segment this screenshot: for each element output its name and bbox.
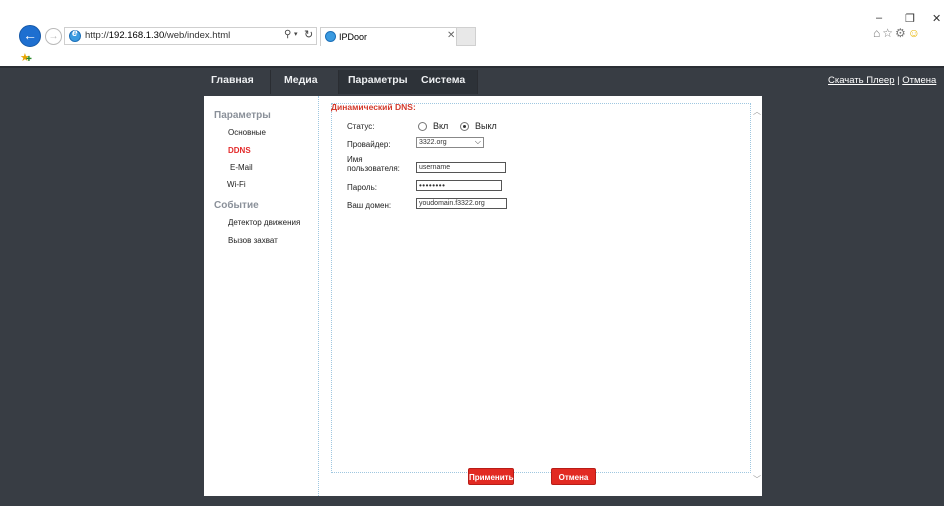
- sidebar-item-call-capture[interactable]: Вызов захват: [228, 236, 278, 245]
- status-on-radio[interactable]: [418, 122, 427, 131]
- url-path: /web/index.html: [164, 30, 231, 41]
- minimize-icon[interactable]: –: [876, 12, 882, 24]
- cancel-button[interactable]: Отмена: [551, 468, 596, 485]
- apply-button[interactable]: Применить: [468, 468, 514, 485]
- sidebar-item-ddns[interactable]: DDNS: [228, 146, 251, 155]
- ie-icon: [69, 28, 81, 42]
- toolbar-icons: ⌂☆⚙☺: [873, 26, 922, 40]
- sidebar-group-events: Событие: [214, 200, 259, 211]
- domain-input[interactable]: youdomain.f3322.org: [416, 198, 507, 209]
- browser-chrome: – ❐ ✕ ← → http://192.168.1.30/web/index.…: [0, 0, 944, 66]
- home-icon[interactable]: ⌂: [873, 26, 882, 40]
- refresh-icon[interactable]: ↻: [304, 28, 313, 41]
- favorites-icon[interactable]: ★ ✚: [20, 51, 32, 64]
- provider-label: Провайдер:: [347, 140, 391, 149]
- address-bar[interactable]: http://192.168.1.30/web/index.html ⚲ ▾ ↻: [64, 27, 317, 45]
- nav-separator: [270, 70, 271, 94]
- back-icon: ←: [23, 27, 37, 43]
- tab-ie-icon: [325, 31, 336, 42]
- url-host: 192.168.1.30: [108, 30, 165, 41]
- links-separator: |: [897, 75, 900, 86]
- username-label-line1: Имя: [347, 155, 363, 164]
- password-label: Пароль:: [347, 183, 377, 192]
- status-on-label: Вкл: [433, 121, 449, 131]
- sidebar-item-basic[interactable]: Основные: [228, 128, 266, 137]
- sidebar-item-wifi[interactable]: Wi-Fi: [227, 180, 246, 189]
- top-links: Скачать Плеер | Отмена: [828, 75, 936, 86]
- status-label: Статус:: [347, 122, 375, 131]
- chevron-down-icon: ⌵: [474, 137, 481, 146]
- status-off-radio[interactable]: [460, 122, 469, 131]
- forward-button[interactable]: →: [45, 28, 62, 45]
- provider-value: 3322.org: [419, 139, 447, 146]
- browser-tab[interactable]: IPDoor ✕: [320, 27, 475, 46]
- provider-select[interactable]: 3322.org ⌵: [416, 137, 484, 148]
- nav-separator: [477, 70, 478, 94]
- ddns-form: Динамический DNS: Статус: Вкл Выкл Прова…: [331, 102, 751, 473]
- tab-close-icon[interactable]: ✕: [447, 30, 455, 41]
- nav-item-parameters[interactable]: Параметры: [348, 74, 408, 86]
- address-url[interactable]: http://192.168.1.30/web/index.html: [85, 30, 230, 41]
- scroll-up-icon[interactable]: ︿: [753, 106, 761, 117]
- form-title: Динамический DNS:: [331, 102, 416, 112]
- username-label-line2: пользователя:: [347, 164, 400, 173]
- sidebar-item-email[interactable]: E-Mail: [230, 163, 253, 172]
- nav-separator: [338, 70, 339, 94]
- scroll-down-icon[interactable]: ﹀: [753, 474, 761, 485]
- nav-item-media[interactable]: Медиа: [284, 74, 318, 86]
- new-tab-button[interactable]: [456, 27, 476, 46]
- cancel-link[interactable]: Отмена: [902, 75, 936, 86]
- chevron-down-icon[interactable]: ▾: [294, 30, 298, 38]
- search-icon[interactable]: ⚲: [284, 29, 291, 40]
- domain-label: Ваш домен:: [347, 201, 392, 210]
- page-top-line: [0, 66, 944, 68]
- gear-icon[interactable]: ⚙: [895, 26, 908, 40]
- password-input[interactable]: ••••••••: [416, 180, 502, 191]
- sidebar-group-parameters: Параметры: [214, 110, 271, 121]
- smiley-icon[interactable]: ☺: [908, 26, 922, 40]
- url-prefix: http://: [85, 30, 109, 41]
- nav-item-system[interactable]: Система: [421, 74, 465, 86]
- close-window-icon[interactable]: ✕: [932, 12, 941, 25]
- web-page: Главная Медиа Параметры Система Скачать …: [0, 66, 944, 506]
- username-input[interactable]: username: [416, 162, 506, 173]
- tab-title: IPDoor: [339, 32, 368, 42]
- download-player-link[interactable]: Скачать Плеер: [828, 75, 895, 86]
- back-button[interactable]: ←: [19, 25, 41, 47]
- sidebar: Параметры Основные DDNS E-Mail Wi-Fi Соб…: [204, 96, 319, 496]
- sidebar-item-motion-detector[interactable]: Детектор движения: [228, 218, 300, 227]
- nav-item-home[interactable]: Главная: [211, 74, 254, 86]
- star-icon[interactable]: ☆: [882, 26, 895, 40]
- content-panel: Параметры Основные DDNS E-Mail Wi-Fi Соб…: [204, 96, 762, 496]
- forward-icon: →: [48, 31, 59, 42]
- restore-icon[interactable]: ❐: [905, 12, 915, 25]
- status-off-label: Выкл: [475, 121, 497, 131]
